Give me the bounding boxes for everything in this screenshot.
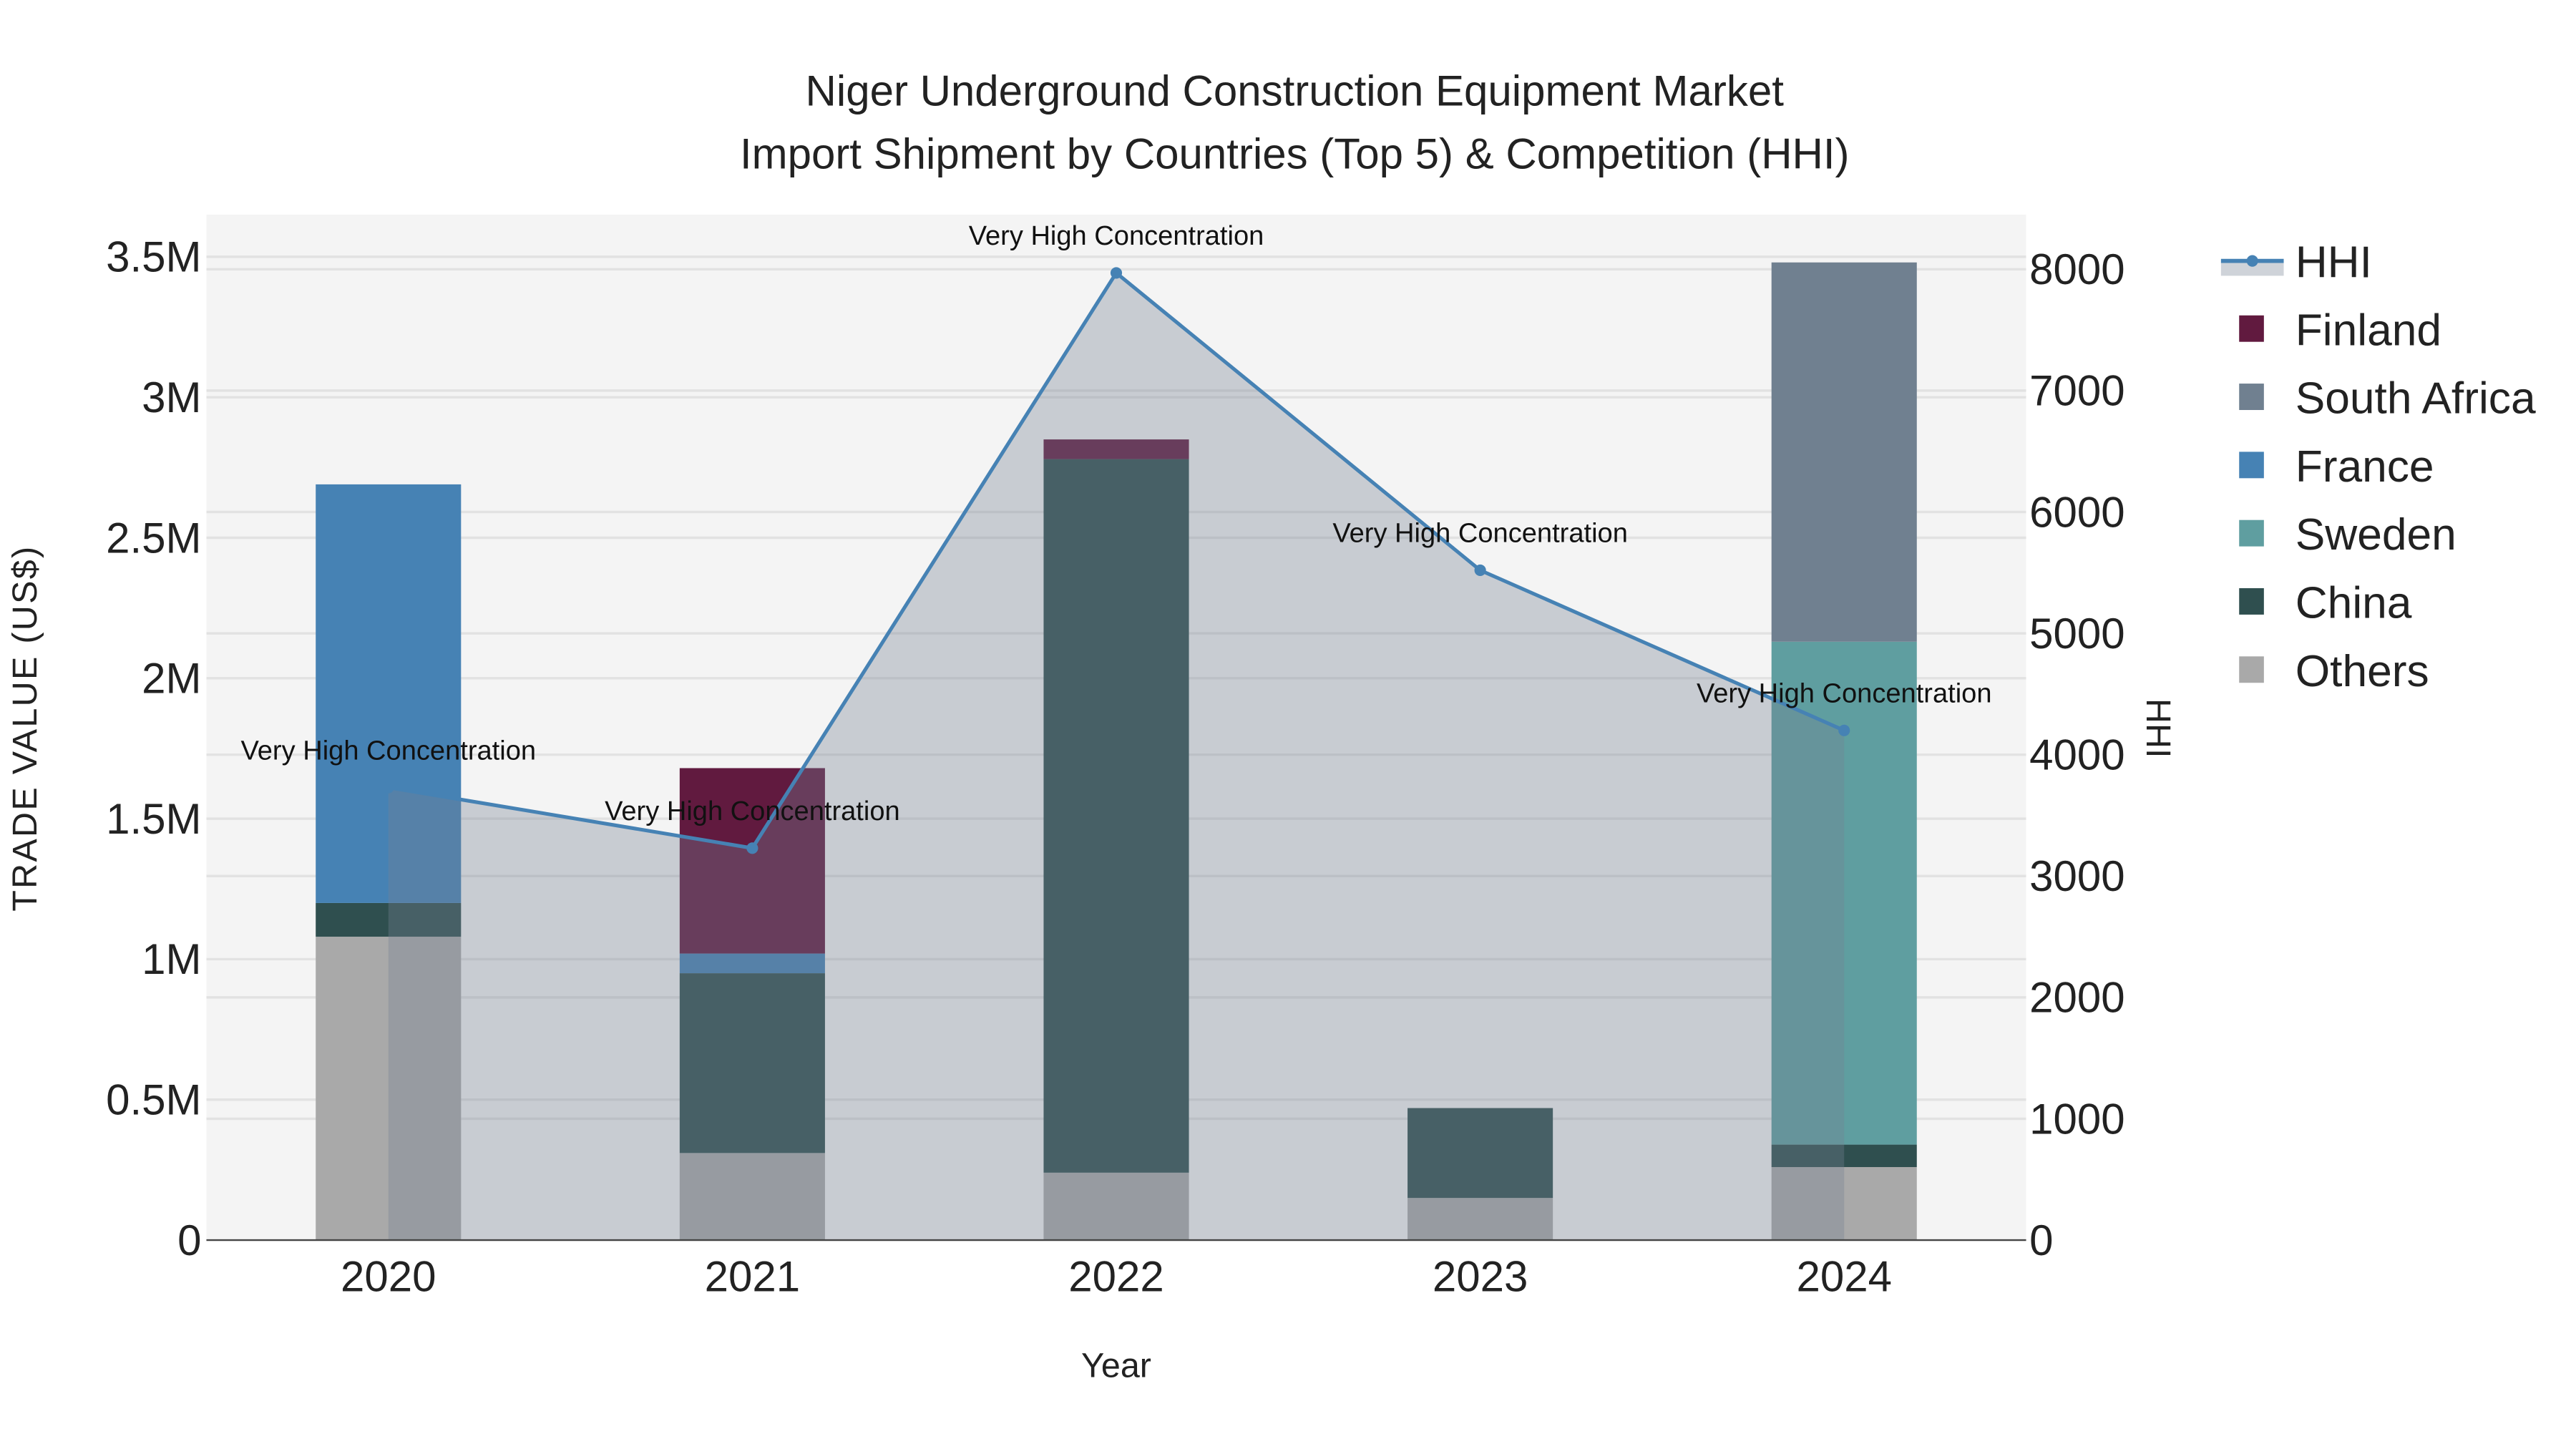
legend-label-finland: Finland xyxy=(2296,306,2441,355)
x-tick-label: 2023 xyxy=(1433,1253,1528,1301)
y-axis-ticks: 0 0.5M 1M 1.5M 2M 2.5M 3M 3.5M xyxy=(106,233,201,1264)
y-tick-label: 2M xyxy=(142,655,201,703)
chart: 0 0.5M 1M 1.5M 2M 2.5M 3M 3.5M 0 1000 2000 3000 400… xyxy=(6,67,2536,1385)
y-axis-label: TRADE VALUE (US$) xyxy=(6,545,44,912)
x-axis-ticks: 2020 2021 2022 2023 2024 xyxy=(341,1253,1892,1301)
x-tick-label: 2021 xyxy=(705,1253,800,1301)
legend: HHI Finland South Africa France Sweden China O… xyxy=(2220,238,2536,696)
x-axis-label: Year xyxy=(1081,1347,1151,1385)
legend-swatch-south-africa xyxy=(2239,384,2264,410)
y-tick-label: 0.5M xyxy=(106,1076,201,1124)
hhi-point-2022 xyxy=(1110,267,1123,279)
hhi-annotation: Very High Concentration xyxy=(605,796,900,826)
bar-south-africa-2024 xyxy=(1771,262,1917,642)
hhi-annotation: Very High Concentration xyxy=(1332,519,1628,549)
y2-tick-label: 7000 xyxy=(2029,367,2124,415)
hhi-annotation: Very High Concentration xyxy=(969,221,1264,251)
y2-tick-label: 2000 xyxy=(2029,974,2124,1022)
hhi-point-2024 xyxy=(1838,724,1850,736)
chart-title-line2: Import Shipment by Countries (Top 5) & C… xyxy=(740,130,1850,177)
y2-axis-label: HHI xyxy=(2139,698,2177,758)
y2-tick-label: 4000 xyxy=(2029,731,2124,779)
legend-label-china: China xyxy=(2296,579,2412,628)
x-tick-label: 2020 xyxy=(341,1253,436,1301)
legend-swatch-finland xyxy=(2239,315,2264,342)
x-tick-label: 2022 xyxy=(1068,1253,1163,1301)
legend-hhi-swatch-marker xyxy=(2246,255,2258,267)
hhi-annotation: Very High Concentration xyxy=(1697,679,1992,709)
y-tick-label: 3.5M xyxy=(106,233,201,281)
x-tick-label: 2024 xyxy=(1796,1253,1891,1301)
hhi-point-2020 xyxy=(382,781,394,794)
y2-tick-label: 1000 xyxy=(2029,1095,2124,1143)
y-tick-label: 1.5M xyxy=(106,795,201,843)
legend-swatch-china xyxy=(2239,588,2264,615)
y2-tick-label: 5000 xyxy=(2029,610,2124,658)
y2-tick-label: 0 xyxy=(2029,1216,2053,1264)
hhi-point-2023 xyxy=(1474,564,1486,576)
hhi-point-2021 xyxy=(746,842,758,854)
y-tick-label: 0 xyxy=(177,1216,201,1264)
y-tick-label: 1M xyxy=(142,935,201,983)
chart-title-line1: Niger Underground Construction Equipment… xyxy=(806,67,1785,115)
legend-swatch-france xyxy=(2239,452,2264,479)
y2-tick-label: 8000 xyxy=(2029,245,2124,293)
y-tick-label: 3M xyxy=(142,374,201,421)
y-tick-label: 2.5M xyxy=(106,514,201,562)
y2-axis-ticks: 0 1000 2000 3000 4000 5000 6000 7000 8000 xyxy=(2029,245,2124,1264)
hhi-annotation: Very High Concentration xyxy=(240,736,536,766)
legend-label-france: France xyxy=(2296,442,2434,492)
y2-tick-label: 3000 xyxy=(2029,852,2124,900)
legend-swatch-others xyxy=(2239,656,2264,683)
legend-label-south-africa: South Africa xyxy=(2296,374,2536,424)
legend-label-hhi: HHI xyxy=(2296,238,2372,288)
y2-tick-label: 6000 xyxy=(2029,488,2124,536)
legend-label-sweden: Sweden xyxy=(2296,510,2457,560)
legend-label-others: Others xyxy=(2296,647,2429,696)
legend-swatch-sweden xyxy=(2239,519,2264,547)
